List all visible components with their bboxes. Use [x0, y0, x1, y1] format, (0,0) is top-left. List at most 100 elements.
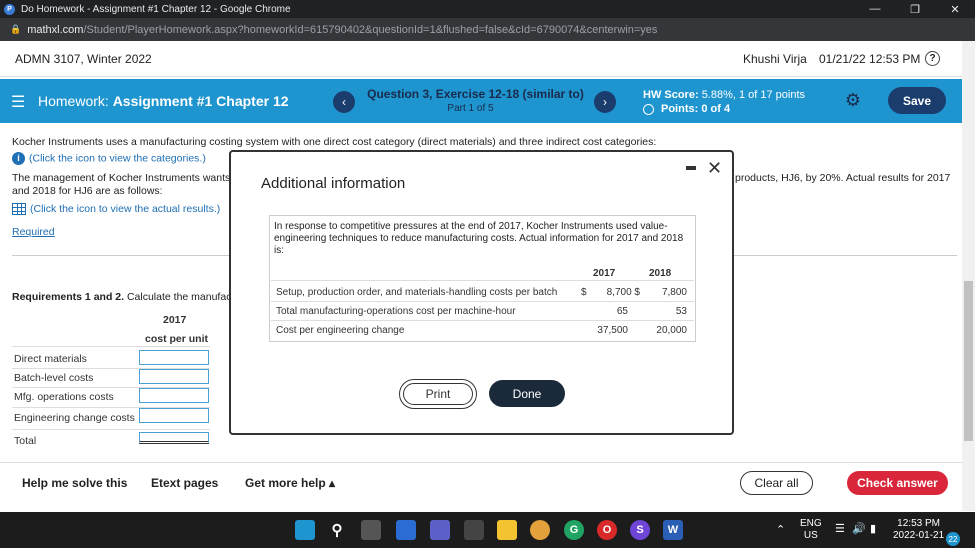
row-total: Total	[14, 435, 37, 447]
done-button[interactable]: Done	[489, 380, 565, 407]
required-link[interactable]: Required	[12, 226, 55, 238]
help-icon[interactable]: ?	[925, 51, 940, 66]
assignment-name: Assignment #1 Chapter 12	[112, 93, 289, 109]
close-window-icon[interactable]: ✕	[935, 0, 975, 18]
batch-level-costs-input[interactable]	[139, 369, 209, 384]
requirements-heading: Requirements 1 and 2. Calculate the manu…	[12, 291, 240, 303]
help-me-solve-button[interactable]: Help me solve this	[22, 476, 127, 490]
bottom-toolbar: Help me solve this Etext pages Get more …	[0, 462, 962, 502]
categories-link[interactable]: (Click the icon to view the categories.)	[29, 152, 206, 164]
column-2018: 2018	[649, 268, 672, 279]
homework-title[interactable]: Homework: Assignment #1 Chapter 12	[38, 93, 289, 109]
points-text: Points: 0 of 4	[661, 103, 731, 115]
clock-date: 2022-01-21	[893, 530, 945, 541]
minimize-icon[interactable]	[686, 166, 696, 170]
table-icon[interactable]	[12, 203, 26, 216]
etext-pages-button[interactable]: Etext pages	[151, 476, 218, 490]
opera-icon[interactable]: O	[597, 520, 617, 540]
print-button[interactable]: Print	[399, 379, 477, 409]
file-explorer-icon[interactable]	[497, 520, 517, 540]
column-year: 2017	[163, 314, 187, 326]
current-datetime: 01/21/22 12:53 PM	[819, 51, 921, 66]
teams-chat-icon[interactable]	[430, 520, 450, 540]
menu-icon[interactable]: ☰	[11, 92, 25, 112]
row-mfg-operations-costs: Mfg. operations costs	[14, 391, 114, 403]
notification-badge[interactable]: 22	[946, 532, 960, 546]
results-link[interactable]: (Click the icon to view the actual resul…	[30, 203, 220, 215]
hw-score-value: 5.88%, 1 of 17 points	[701, 89, 806, 101]
hw-score: HW Score: 5.88%, 1 of 17 points	[643, 89, 805, 101]
value-2018: 7,800	[661, 287, 687, 298]
row-direct-materials: Direct materials	[14, 353, 87, 365]
requirements-label: Requirements 1 and 2.	[12, 291, 125, 303]
management-text-left: The management of Kocher Instruments wan…	[12, 172, 242, 184]
s-app-icon[interactable]: S	[630, 520, 650, 540]
value-2018: 53	[675, 306, 687, 317]
window-title: Do Homework - Assignment #1 Chapter 12 -…	[21, 3, 291, 15]
categories-row: i (Click the icon to view the categories.…	[12, 152, 206, 165]
user-name: Khushi Virja	[743, 51, 807, 66]
chevron-left-icon: ‹	[342, 95, 346, 109]
widgets-icon[interactable]	[396, 520, 416, 540]
save-button[interactable]: Save	[888, 87, 946, 114]
previous-question-button[interactable]: ‹	[333, 91, 355, 113]
clock-time: 12:53 PM	[897, 518, 940, 529]
row-batch-level-costs: Batch-level costs	[14, 372, 94, 384]
chrome-icon[interactable]	[530, 520, 550, 540]
progress-circle-icon	[643, 103, 654, 115]
direct-materials-input[interactable]	[139, 350, 209, 365]
mfg-operations-costs-input[interactable]	[139, 388, 209, 403]
clear-all-button[interactable]: Clear all	[740, 471, 813, 495]
pearson-app-icon: P	[4, 3, 15, 15]
value-2017: 8,700 $	[606, 287, 640, 298]
task-view-icon[interactable]	[361, 520, 381, 540]
scrollbar-thumb[interactable]	[964, 281, 973, 441]
column-2017: 2017	[593, 268, 616, 279]
search-icon[interactable]: ⚲	[327, 520, 347, 540]
question-intro: Kocher Instruments uses a manufacturing …	[12, 136, 657, 148]
points-indicator: Points: 0 of 4	[643, 103, 730, 115]
check-answer-button[interactable]: Check answer	[847, 471, 948, 495]
get-more-help-button[interactable]: Get more help ▴	[245, 476, 335, 490]
homework-prefix: Homework:	[38, 93, 113, 109]
table-header-line	[271, 280, 694, 281]
homework-bar: ☰ Homework: Assignment #1 Chapter 12 ‹ Q…	[0, 79, 962, 123]
battery-icon[interactable]: ▮	[870, 523, 876, 535]
table-row-label: Cost per engineering change	[276, 325, 405, 336]
value-2017: 37,500	[597, 325, 628, 336]
url-path: /Student/PlayerHomework.aspx?homeworkId=…	[83, 23, 658, 36]
engineering-change-costs-input[interactable]	[139, 408, 209, 423]
edge-icon[interactable]	[464, 520, 484, 540]
page-scrollbar[interactable]	[962, 41, 975, 511]
info-icon[interactable]: i	[12, 152, 25, 165]
value-2018: 20,000	[656, 325, 687, 336]
dialog-title: Additional information	[261, 175, 406, 192]
table-row-line	[271, 301, 694, 302]
volume-icon[interactable]: 🔊	[852, 523, 866, 535]
table-row-line	[12, 429, 210, 430]
close-icon[interactable]: ✕	[707, 158, 722, 179]
language-line1: ENG	[800, 518, 822, 529]
word-icon[interactable]: W	[663, 520, 683, 540]
restore-window-icon[interactable]: ❐	[895, 0, 935, 18]
browser-title-bar: P Do Homework - Assignment #1 Chapter 12…	[0, 0, 975, 18]
url-host: mathxl.com	[27, 23, 84, 36]
tray-chevron-icon[interactable]: ⌃	[776, 524, 785, 536]
table-row-label: Total manufacturing-operations cost per …	[276, 306, 516, 317]
clock[interactable]: 12:53 PM 2022-01-21	[893, 518, 944, 542]
info-description: In response to competitive pressures at …	[274, 221, 684, 256]
question-part: Part 1 of 5	[447, 103, 494, 114]
next-question-button[interactable]: ›	[594, 91, 616, 113]
management-text-right: products, HJ6, by 20%. Actual results fo…	[735, 172, 951, 184]
windows-start-icon[interactable]	[295, 520, 315, 540]
table-row-label: Setup, production order, and materials-h…	[276, 287, 558, 298]
wifi-icon[interactable]: ☰	[835, 523, 845, 535]
minimize-window-icon[interactable]: —	[855, 0, 895, 18]
address-bar[interactable]: 🔒 mathxl.com/Student/PlayerHomework.aspx…	[0, 18, 975, 41]
gear-icon[interactable]: ⚙	[843, 90, 863, 110]
total-input[interactable]	[139, 432, 209, 444]
language-indicator[interactable]: ENG US	[800, 518, 822, 542]
grammarly-icon[interactable]: G	[564, 520, 584, 540]
print-button-label: Print	[403, 383, 473, 405]
additional-info-table: In response to competitive pressures at …	[269, 215, 696, 342]
